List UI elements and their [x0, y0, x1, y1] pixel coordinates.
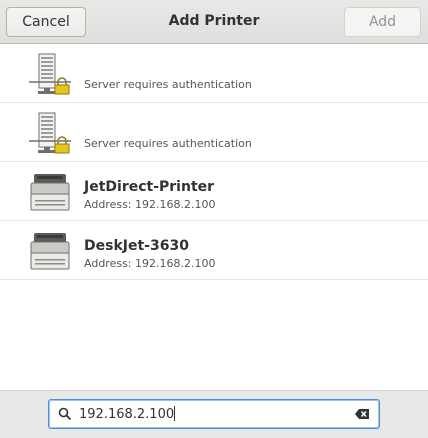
server-status-text: Server requires authentication: [84, 78, 252, 91]
text-cursor: [174, 406, 176, 421]
printer-icon: [30, 233, 70, 270]
list-item-printer-jetdirect[interactable]: JetDirect-Printer Address: 192.168.2.100: [0, 162, 428, 221]
header-bar: Cancel Add Printer Add: [0, 0, 428, 44]
network-server-lock-icon: [29, 53, 71, 95]
printer-address: Address: 192.168.2.100: [84, 257, 216, 270]
search-value: 192.168.2.100: [79, 407, 175, 422]
list-item-server-1[interactable]: Server requires authentication: [0, 44, 428, 103]
server-status-text: Server requires authentication: [84, 137, 252, 150]
list-item-printer-deskjet[interactable]: DeskJet-3630 Address: 192.168.2.100: [0, 221, 428, 280]
clear-text-icon[interactable]: [354, 408, 370, 420]
search-text: 192.168.2.100: [79, 406, 176, 422]
network-server-lock-icon: [29, 112, 71, 154]
printer-name: DeskJet-3630: [84, 238, 189, 254]
add-printer-dialog: Cancel Add Printer Add Server requires a…: [0, 0, 428, 438]
search-icon: [58, 407, 72, 421]
printer-name: JetDirect-Printer: [84, 179, 215, 195]
printer-icon: [30, 174, 70, 211]
printer-list: Server requires authentication Server re…: [0, 44, 428, 390]
printer-address: Address: 192.168.2.100: [84, 198, 216, 211]
list-item-server-2[interactable]: Server requires authentication: [0, 103, 428, 162]
search-bar-area: 192.168.2.100: [0, 390, 428, 438]
add-button[interactable]: Add: [344, 7, 421, 37]
address-search-input[interactable]: 192.168.2.100: [48, 399, 380, 429]
